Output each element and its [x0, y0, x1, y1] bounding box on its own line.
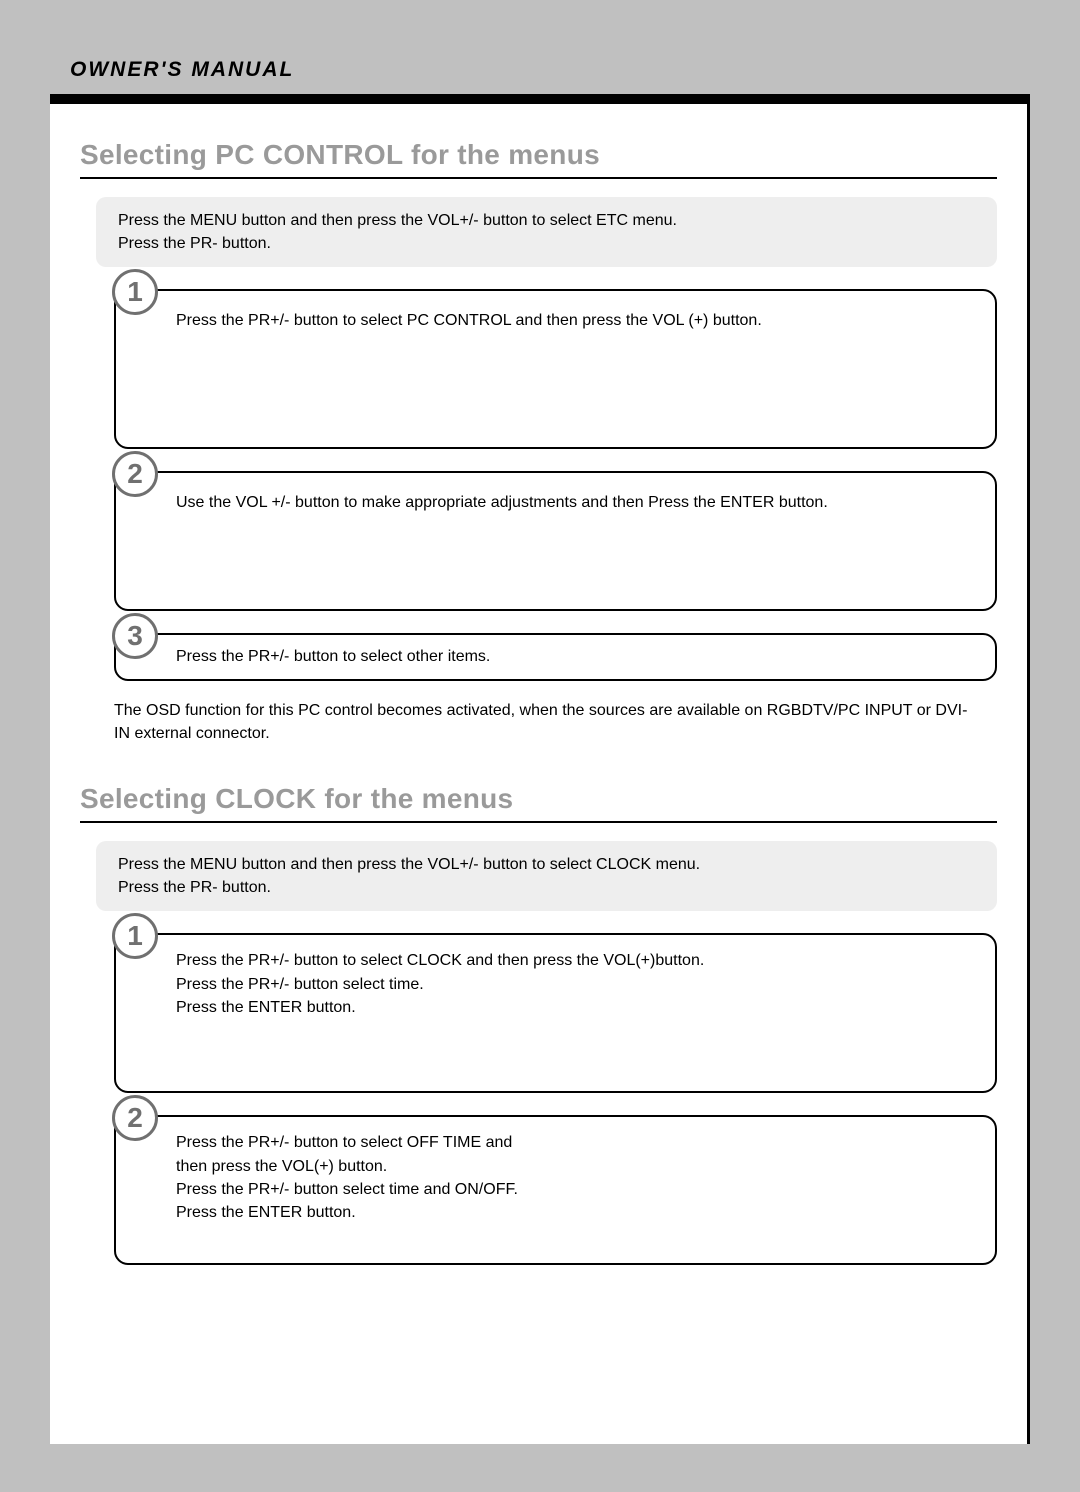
step-line: Press the ENTER button. [176, 1201, 971, 1224]
step-number-badge: 2 [112, 1095, 158, 1141]
intro-box-clock: Press the MENU button and then press the… [96, 841, 997, 911]
step-box: 1 Press the PR+/- button to select CLOCK… [114, 933, 997, 1093]
step-text: Press the PR+/- button to select other i… [176, 645, 971, 668]
step-line: Press the PR+/- button to select CLOCK a… [176, 949, 971, 972]
section-title-pc-control: Selecting PC CONTROL for the menus [80, 139, 997, 179]
step-line: then press the VOL(+) button. [176, 1155, 971, 1178]
step-text: Use the VOL +/- button to make appropria… [176, 491, 971, 514]
step-number-badge: 3 [112, 613, 158, 659]
intro-line: Press the MENU button and then press the… [118, 853, 975, 876]
manual-label: OWNER'S MANUAL [70, 58, 1030, 82]
section-note-pc-control: The OSD function for this PC control bec… [114, 699, 997, 745]
step-box: 3 Press the PR+/- button to select other… [114, 633, 997, 680]
intro-box-pc-control: Press the MENU button and then press the… [96, 197, 997, 267]
step-text: Press the PR+/- button to select PC CONT… [176, 309, 971, 332]
step-number-badge: 2 [112, 451, 158, 497]
step-line: Press the ENTER button. [176, 996, 971, 1019]
step-2-wrap: 2 Use the VOL +/- button to make appropr… [96, 471, 997, 611]
step-1-clock-wrap: 1 Press the PR+/- button to select CLOCK… [96, 933, 997, 1093]
header-divider [50, 94, 1030, 104]
step-box: 1 Press the PR+/- button to select PC CO… [114, 289, 997, 449]
step-box: 2 Use the VOL +/- button to make appropr… [114, 471, 997, 611]
header-bar: OWNER'S MANUAL [50, 40, 1030, 94]
step-3-wrap: 3 Press the PR+/- button to select other… [96, 633, 997, 680]
step-line: Press the PR+/- button select time and O… [176, 1178, 971, 1201]
intro-line: Press the MENU button and then press the… [118, 209, 975, 232]
step-number-badge: 1 [112, 913, 158, 959]
page-body: Selecting PC CONTROL for the menus Press… [50, 104, 1030, 1444]
step-number-badge: 1 [112, 269, 158, 315]
intro-line: Press the PR- button. [118, 232, 975, 255]
intro-line: Press the PR- button. [118, 876, 975, 899]
step-1-wrap: 1 Press the PR+/- button to select PC CO… [96, 289, 997, 449]
step-box: 2 Press the PR+/- button to select OFF T… [114, 1115, 997, 1265]
step-line: Press the PR+/- button select time. [176, 973, 971, 996]
section-title-clock: Selecting CLOCK for the menus [80, 783, 997, 823]
section-gap [80, 745, 997, 783]
step-2-clock-wrap: 2 Press the PR+/- button to select OFF T… [96, 1115, 997, 1265]
step-line: Press the PR+/- button to select OFF TIM… [176, 1131, 971, 1154]
document-outer: OWNER'S MANUAL Selecting PC CONTROL for … [0, 0, 1080, 1444]
